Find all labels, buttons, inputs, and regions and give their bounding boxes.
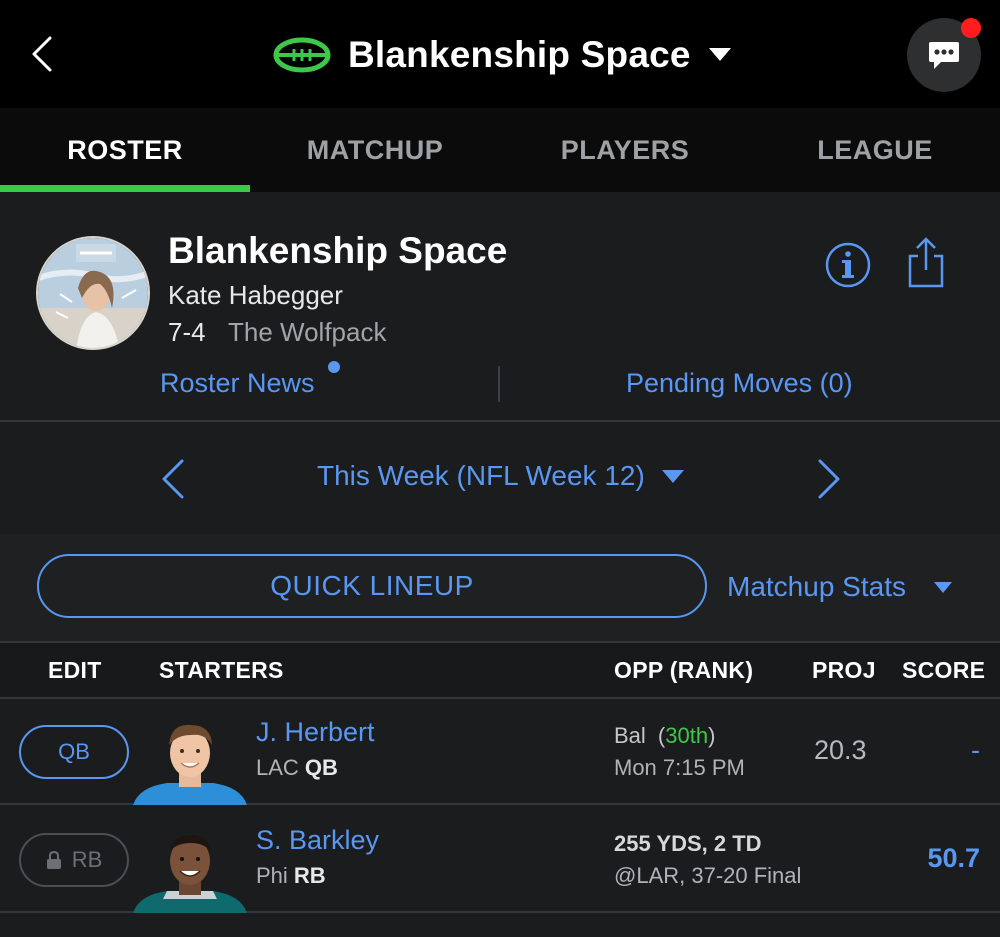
player-team-position: Phi RB	[256, 863, 326, 889]
share-icon	[908, 237, 944, 288]
stat-line: 255 YDS, 2 TD	[614, 831, 762, 856]
unread-dot	[328, 361, 340, 373]
back-button[interactable]	[22, 32, 62, 76]
game-time: Mon 7:15 PM	[614, 755, 745, 780]
lineup-slot-button[interactable]: QB	[19, 725, 129, 779]
division-name: The Wolfpack	[228, 317, 387, 347]
player-position: RB	[293, 863, 326, 888]
lock-icon	[46, 851, 61, 869]
lineup-controls: QUICK LINEUP Matchup Stats	[0, 534, 1000, 641]
player-position: QB	[304, 755, 338, 780]
team-record: 7-4	[168, 317, 206, 347]
pending-moves-link[interactable]: Pending Moves (0)	[626, 368, 853, 399]
column-edit: EDIT	[48, 657, 102, 683]
slot-label: RB	[71, 847, 103, 872]
roster-news-link[interactable]: Roster News	[160, 368, 315, 399]
tab-roster[interactable]: ROSTER	[0, 108, 250, 192]
info-icon	[825, 242, 871, 288]
defense-rank: 30th	[665, 723, 709, 748]
column-opp-rank: OPP (RANK)	[614, 657, 754, 683]
score-value: -	[971, 735, 980, 765]
lineup-slot-locked: RB	[19, 833, 129, 887]
caret-down-icon[interactable]	[934, 582, 952, 594]
matchup-stats-dropdown[interactable]: Matchup Stats	[727, 571, 906, 603]
chevron-left-icon	[32, 36, 52, 72]
column-proj: PROJ	[812, 657, 876, 683]
player-team-position: LAC QB	[256, 755, 338, 781]
chat-button[interactable]	[907, 18, 981, 92]
table-row: RB S. Barkley Phi RB 255 YDS, 2 TD @LAR,…	[0, 807, 1000, 913]
column-score: SCORE	[902, 657, 986, 683]
info-button[interactable]	[824, 241, 872, 289]
team-switcher[interactable]: Blankenship Space	[272, 30, 731, 80]
roster-table-header: EDIT STARTERS OPP (RANK) PROJ SCORE	[0, 641, 1000, 699]
player-name-link[interactable]: J. Herbert	[256, 717, 375, 748]
quick-lineup-button[interactable]: QUICK LINEUP	[37, 554, 707, 618]
week-dropdown[interactable]: This Week (NFL Week 12)	[317, 460, 645, 492]
main-tabs: ROSTER MATCHUP PLAYERS LEAGUE	[0, 108, 1000, 192]
column-starters: STARTERS	[159, 657, 284, 683]
score-value: 50.7	[927, 843, 980, 873]
chevron-left-icon	[162, 459, 184, 499]
opponent-rank: Bal (30th)	[614, 723, 716, 748]
top-bar: Blankenship Space	[0, 0, 1000, 108]
player-team: Phi	[256, 863, 288, 888]
app-title: Blankenship Space	[348, 34, 691, 75]
caret-down-icon	[708, 48, 731, 61]
owner-name: Kate Habegger	[168, 280, 343, 310]
week-selector: This Week (NFL Week 12)	[0, 422, 1000, 534]
share-button[interactable]	[904, 236, 948, 290]
player-headshot[interactable]	[133, 821, 247, 913]
opponent: Bal	[614, 723, 646, 748]
chat-bubble-icon	[929, 42, 959, 69]
notification-dot	[961, 18, 981, 38]
tab-league[interactable]: LEAGUE	[750, 108, 1000, 192]
football-icon	[273, 37, 331, 73]
tab-matchup[interactable]: MATCHUP	[250, 108, 500, 192]
projected-points: 20.3	[814, 735, 867, 765]
team-header: Blankenship Space Kate Habegger 7-4 The …	[0, 192, 1000, 422]
previous-week-button[interactable]	[158, 458, 188, 500]
divider	[498, 366, 500, 402]
game-result: @LAR, 37-20 Final	[614, 863, 802, 888]
chevron-right-icon	[818, 459, 840, 499]
caret-down-icon[interactable]	[662, 470, 684, 484]
tab-players[interactable]: PLAYERS	[500, 108, 750, 192]
table-row: QB J. Herbert LAC QB Bal (30th) Mon 7:15…	[0, 699, 1000, 805]
next-week-button[interactable]	[814, 458, 844, 500]
fantasy-roster-screen: Blankenship Space ROSTER MATCHUP PLAYERS…	[0, 0, 1000, 937]
team-avatar[interactable]	[36, 236, 150, 350]
player-name-link[interactable]: S. Barkley	[256, 825, 379, 856]
player-headshot[interactable]	[133, 713, 247, 805]
team-name: Blankenship Space	[168, 230, 508, 271]
player-team: LAC	[256, 755, 299, 780]
